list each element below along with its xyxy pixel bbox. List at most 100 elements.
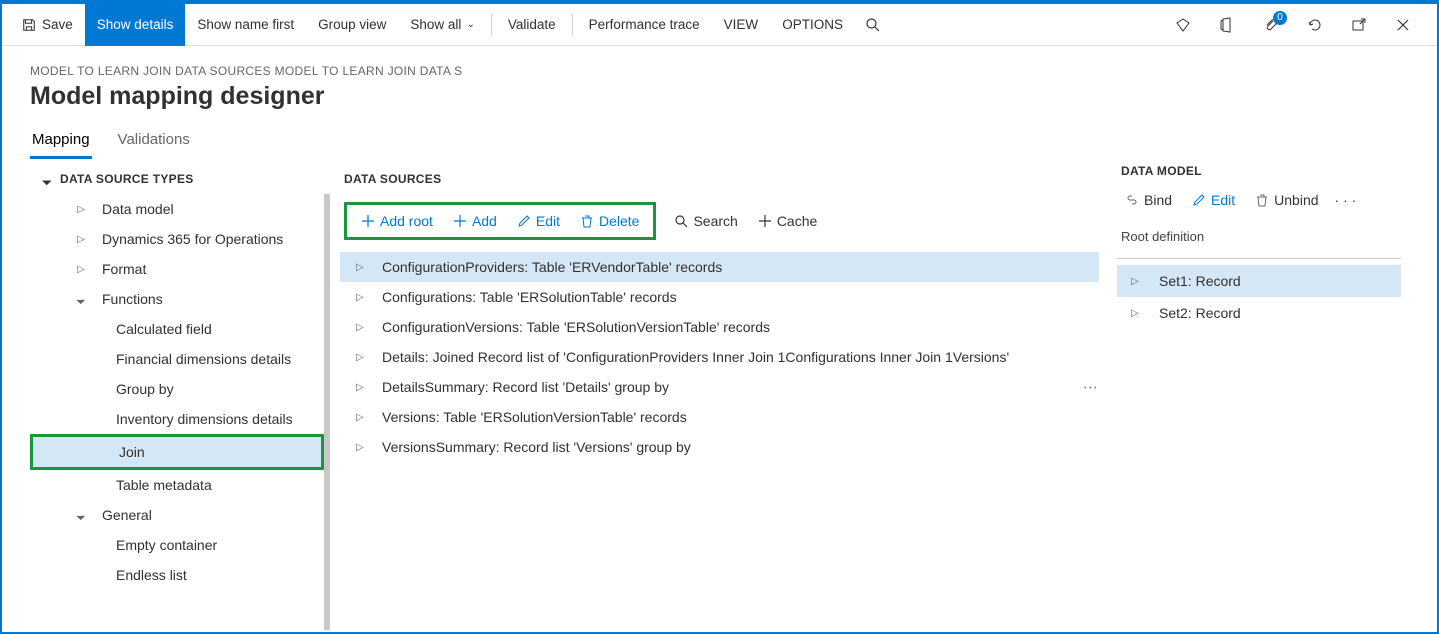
data-source-item[interactable]: VersionsSummary: Record list 'Versions' … (340, 432, 1099, 462)
popout-button[interactable] (1341, 7, 1377, 43)
data-sources-header: DATA SOURCES (340, 164, 1099, 194)
save-icon (22, 18, 36, 32)
tree-item[interactable]: Group by (30, 374, 324, 404)
delete-button[interactable]: Delete (572, 209, 647, 233)
tabs: Mapping Validations (30, 125, 1409, 160)
search-button[interactable] (855, 4, 891, 46)
toolbar: Save Show details Show name first Group … (2, 4, 1437, 46)
show-details-button[interactable]: Show details (85, 4, 186, 46)
data-sources-list: ConfigurationProviders: Table 'ERVendorT… (340, 252, 1099, 462)
delete-label: Delete (599, 213, 639, 229)
bind-button[interactable]: Bind (1117, 188, 1180, 212)
caret-right-icon (72, 204, 90, 215)
add-button[interactable]: Add (445, 209, 505, 233)
cache-button[interactable]: Cache (750, 209, 825, 233)
group-view-button[interactable]: Group view (306, 4, 398, 46)
search-icon (674, 214, 688, 228)
caret-right-icon (1131, 276, 1151, 287)
caret-down-icon (72, 294, 90, 305)
highlighted-action-group: Add root Add Edit Delete (344, 202, 656, 240)
data-source-label: Versions: Table 'ERSolutionVersionTable'… (382, 409, 687, 425)
tree-item[interactable]: Inventory dimensions details (30, 404, 324, 434)
data-model-label: Set2: Record (1159, 305, 1241, 321)
caret-right-icon (356, 292, 374, 303)
options-button[interactable]: OPTIONS (770, 4, 855, 46)
view-button[interactable]: VIEW (712, 4, 771, 46)
more-button[interactable]: · · · (1331, 188, 1361, 212)
caret-right-icon (356, 442, 374, 453)
data-source-types-header[interactable]: DATA SOURCE TYPES (30, 164, 330, 194)
close-button[interactable] (1385, 7, 1421, 43)
edit-button[interactable]: Edit (509, 209, 568, 233)
show-name-first-button[interactable]: Show name first (185, 4, 306, 46)
show-all-dropdown[interactable]: Show all ⌄ (398, 4, 486, 46)
tree-item[interactable]: Empty container (30, 530, 324, 560)
data-source-item[interactable]: ConfigurationProviders: Table 'ERVendorT… (340, 252, 1099, 282)
data-model-item[interactable]: Set2: Record (1117, 297, 1401, 329)
attachment-badge: 0 (1273, 11, 1287, 25)
options-label: OPTIONS (782, 17, 843, 32)
validate-button[interactable]: Validate (496, 4, 568, 46)
tree-item-label: Inventory dimensions details (116, 411, 293, 427)
refresh-button[interactable] (1297, 7, 1333, 43)
data-model-item[interactable]: Set1: Record (1117, 265, 1401, 297)
data-source-types-tree: Data model Dynamics 365 for Operations For… (30, 194, 330, 630)
data-source-label: VersionsSummary: Record list 'Versions' … (382, 439, 691, 455)
data-source-item[interactable]: Details: Joined Record list of 'Configur… (340, 342, 1099, 372)
trash-icon (1255, 193, 1269, 207)
office-icon-button[interactable] (1209, 7, 1245, 43)
tree-item[interactable]: Financial dimensions details (30, 344, 324, 374)
tab-validations[interactable]: Validations (116, 125, 192, 159)
separator (491, 14, 492, 36)
toolbar-right: 0 (1165, 7, 1429, 43)
tree-item-label: Financial dimensions details (116, 351, 291, 367)
tree-item[interactable]: Endless list (30, 560, 324, 590)
caret-right-icon (356, 262, 374, 273)
data-source-item[interactable]: Versions: Table 'ERSolutionVersionTable'… (340, 402, 1099, 432)
data-model-actions: Bind Edit Unbind · · · (1117, 184, 1401, 217)
data-source-item[interactable]: Configurations: Table 'ERSolutionTable' … (340, 282, 1099, 312)
data-source-label: DetailsSummary: Record list 'Details' gr… (382, 379, 669, 395)
unbind-button[interactable]: Unbind (1247, 188, 1326, 212)
data-source-item[interactable]: ConfigurationVersions: Table 'ERSolution… (340, 312, 1099, 342)
tree-item-label: Endless list (116, 567, 187, 583)
caret-right-icon (72, 264, 90, 275)
tree-item-label: Data model (102, 201, 174, 217)
attachment-button[interactable]: 0 (1253, 7, 1289, 43)
edit-label: Edit (536, 213, 560, 229)
link-icon (1125, 193, 1139, 207)
caret-right-icon (72, 234, 90, 245)
add-root-button[interactable]: Add root (353, 209, 441, 233)
tree-item[interactable]: Functions (30, 284, 324, 314)
page-title: Model mapping designer (30, 82, 1409, 111)
edit-button[interactable]: Edit (1184, 188, 1243, 212)
add-label: Add (472, 213, 497, 229)
data-source-item[interactable]: DetailsSummary: Record list 'Details' gr… (340, 372, 1099, 402)
chevron-down-icon: ⌄ (466, 19, 474, 30)
more-icon[interactable]: ⋮ (1083, 381, 1099, 394)
data-source-label: ConfigurationProviders: Table 'ERVendorT… (382, 259, 722, 275)
office-icon (1219, 17, 1235, 33)
tree-item[interactable]: Format (30, 254, 324, 284)
data-source-label: Details: Joined Record list of 'Configur… (382, 349, 1009, 365)
divider (1117, 258, 1401, 259)
tree-item[interactable]: General (30, 500, 324, 530)
plus-icon (361, 214, 375, 228)
tree-item[interactable]: Calculated field (30, 314, 324, 344)
separator (572, 14, 573, 36)
tree-item-label: Calculated field (116, 321, 212, 337)
performance-trace-button[interactable]: Performance trace (577, 4, 712, 46)
unbind-label: Unbind (1274, 192, 1318, 208)
tree-item[interactable]: Data model (30, 194, 324, 224)
ellipsis-icon: · · · (1335, 192, 1357, 208)
caret-right-icon (356, 382, 374, 393)
tree-item[interactable]: Join (30, 434, 324, 470)
search-button[interactable]: Search (666, 209, 745, 233)
tree-item[interactable]: Dynamics 365 for Operations (30, 224, 324, 254)
tree-item[interactable]: Table metadata (30, 470, 324, 500)
save-button[interactable]: Save (10, 4, 85, 46)
gem-icon-button[interactable] (1165, 7, 1201, 43)
tab-mapping[interactable]: Mapping (30, 125, 92, 159)
tree-item-label: Dynamics 365 for Operations (102, 231, 283, 247)
tree-item-label: Group by (116, 381, 174, 397)
